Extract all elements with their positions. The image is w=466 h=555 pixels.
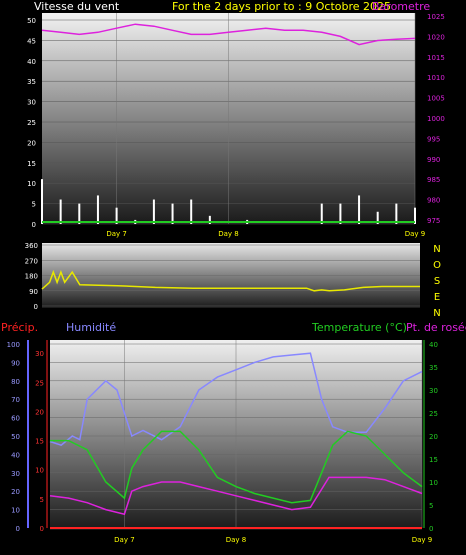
temp-y-tick: 40: [429, 341, 438, 349]
precip-y-tick: 15: [35, 438, 44, 446]
baro-y-tick: 985: [427, 176, 440, 184]
direction-y-tick: 0: [34, 303, 38, 311]
baro-y-tick: 1015: [427, 54, 445, 62]
humidity-y-tick: 80: [11, 378, 20, 386]
compass-label: N: [433, 308, 440, 319]
wind-bar: [59, 199, 62, 224]
wind-title: Vitesse du vent: [34, 0, 120, 13]
precip-y-tick: 0: [40, 525, 44, 533]
weather-charts: Vitesse du vent For the 2 days prior to …: [1, 0, 466, 544]
baro-y-axis: 975 980 985 990 995 1000 1005 1010 1015 1020 1025: [427, 13, 445, 225]
baro-title: Barometre: [372, 0, 430, 13]
direction-y-tick: 270: [25, 257, 38, 265]
humidity-y-axis: 0 10 20 30 40 50 60 70 80 90 100: [7, 341, 20, 533]
wind-bar: [190, 199, 193, 224]
temp-title: Temperature (°C): [311, 321, 407, 334]
humidity-y-tick: 10: [11, 507, 20, 515]
precip-y-tick: 10: [35, 467, 44, 475]
direction-y-axis: 0 90 180 270 360: [25, 242, 38, 311]
wind-y-tick: 10: [27, 180, 36, 188]
wind-x-tick: Day 9: [405, 230, 426, 238]
baro-y-tick: 1020: [427, 33, 445, 41]
temp-y-tick: 15: [429, 456, 438, 464]
climate-x-axis: Day 7 Day 8 Day 9: [114, 536, 432, 544]
humidity-y-tick: 20: [11, 488, 20, 496]
temp-y-tick: 35: [429, 364, 438, 372]
humidity-title: Humidité: [66, 321, 116, 334]
baro-y-tick: 1000: [427, 115, 445, 123]
wind-x-tick: Day 8: [218, 230, 239, 238]
direction-y-tick: 360: [25, 242, 38, 250]
wind-bar: [395, 203, 398, 224]
wind-y-tick: 45: [27, 37, 36, 45]
humidity-y-tick: 70: [11, 396, 20, 404]
precip-y-axis: 0 5 10 15 20 25 30: [35, 350, 44, 533]
baro-y-tick: 1025: [427, 13, 445, 21]
wind-y-tick: 0: [32, 221, 36, 229]
wind-bar: [96, 195, 99, 224]
wind-y-tick: 5: [32, 201, 36, 209]
climate-x-tick: Day 8: [226, 536, 247, 544]
wind-bar: [171, 203, 174, 224]
humidity-y-tick: 30: [11, 470, 20, 478]
climate-x-tick: Day 7: [114, 536, 135, 544]
direction-y-tick: 90: [29, 288, 38, 296]
humidity-y-tick: 50: [11, 433, 20, 441]
wind-y-axis: 0 5 10 15 20 25 30 35 40 45 50: [27, 17, 36, 229]
temp-y-tick: 10: [429, 479, 438, 487]
humidity-y-tick: 40: [11, 451, 20, 459]
wind-bar: [41, 179, 43, 224]
baro-y-tick: 1005: [427, 95, 445, 103]
wind-y-tick: 15: [27, 160, 36, 168]
temp-y-axis: 0 5 10 15 20 25 30 35 40: [429, 341, 438, 533]
baro-y-tick: 980: [427, 197, 440, 205]
temp-y-tick: 0: [429, 525, 433, 533]
baro-y-tick: 990: [427, 156, 440, 164]
dew-title: Pt. de rosée: [406, 321, 466, 334]
wind-y-tick: 35: [27, 78, 36, 86]
precip-title: Précip.: [1, 321, 38, 334]
compass-label: E: [434, 292, 440, 303]
wind-x-axis: Day 7 Day 8 Day 9: [106, 230, 425, 238]
precip-y-tick: 5: [40, 496, 44, 504]
temp-y-tick: 5: [429, 502, 433, 510]
wind-y-tick: 25: [27, 119, 36, 127]
humidity-y-tick: 60: [11, 415, 20, 423]
compass-label: S: [434, 276, 440, 287]
precip-y-tick: 20: [35, 408, 44, 416]
compass-label: N: [433, 244, 440, 255]
baro-y-tick: 995: [427, 135, 440, 143]
wind-bar: [339, 203, 342, 224]
wind-y-tick: 40: [27, 58, 36, 66]
humidity-y-tick: 90: [11, 359, 20, 367]
wind-y-tick: 20: [27, 139, 36, 147]
period-title: For the 2 days prior to : 9 Octobre 2025: [172, 0, 391, 13]
temp-y-tick: 25: [429, 410, 438, 418]
temp-y-tick: 30: [429, 387, 438, 395]
climate-x-tick: Day 9: [412, 536, 433, 544]
wind-y-tick: 50: [27, 17, 36, 25]
temp-y-tick: 20: [429, 433, 438, 441]
wind-bar: [78, 203, 81, 224]
wind-bar: [320, 203, 323, 224]
direction-y-tick: 180: [25, 273, 38, 281]
precip-y-tick: 25: [35, 379, 44, 387]
humidity-y-tick: 100: [7, 341, 20, 349]
humidity-y-tick: 0: [16, 525, 20, 533]
compass-label: O: [433, 260, 441, 271]
wind-bar: [358, 195, 361, 224]
wind-x-tick: Day 7: [106, 230, 127, 238]
wind-y-tick: 30: [27, 99, 36, 107]
compass-labels: NOSEN: [433, 244, 441, 319]
baro-y-tick: 975: [427, 217, 440, 225]
baro-y-tick: 1010: [427, 74, 445, 82]
wind-bar: [152, 199, 155, 224]
precip-y-tick: 30: [35, 350, 44, 358]
